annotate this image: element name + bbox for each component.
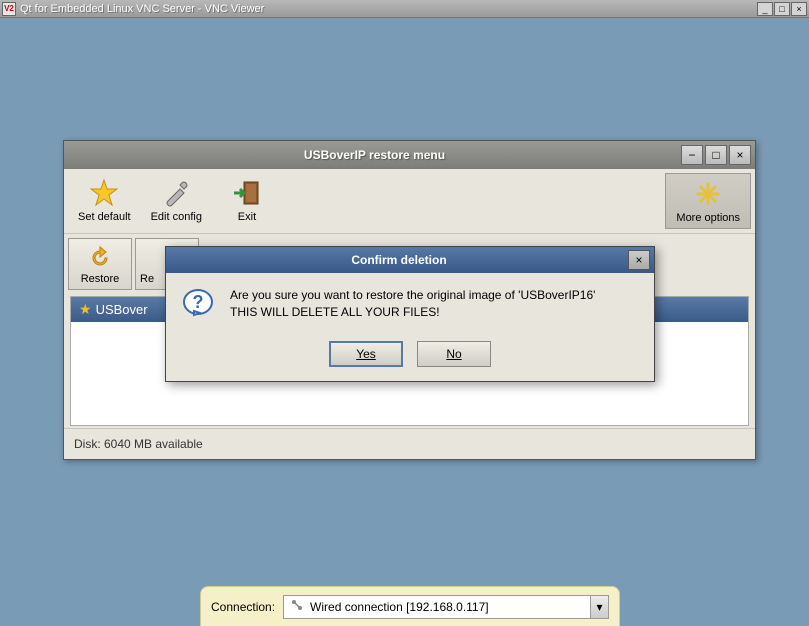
dialog-line1: Are you sure you want to restore the ori… bbox=[230, 287, 595, 304]
question-icon: ? bbox=[180, 287, 216, 323]
minimize-button[interactable]: − bbox=[681, 145, 703, 165]
main-toolbar: Set default Edit config Exit More option bbox=[64, 169, 755, 234]
edit-config-button[interactable]: Edit config bbox=[141, 173, 212, 229]
exit-label: Exit bbox=[238, 211, 256, 223]
second-toolbar-label: Re bbox=[140, 273, 154, 285]
vnc-maximize-button[interactable]: □ bbox=[774, 2, 790, 16]
maximize-button[interactable]: □ bbox=[705, 145, 727, 165]
dialog-title: Confirm deletion bbox=[170, 253, 628, 267]
dialog-line2: THIS WILL DELETE ALL YOUR FILES! bbox=[230, 304, 595, 321]
wrench-icon bbox=[160, 177, 192, 209]
set-default-button[interactable]: Set default bbox=[68, 173, 141, 229]
list-item-label: USBover bbox=[96, 302, 148, 317]
edit-config-label: Edit config bbox=[151, 211, 202, 223]
more-options-button[interactable]: More options bbox=[665, 173, 751, 229]
close-icon: × bbox=[736, 148, 743, 162]
minimize-icon: − bbox=[688, 148, 695, 162]
undo-icon bbox=[86, 243, 114, 271]
connection-select[interactable]: Wired connection [192.168.0.117] ▾ bbox=[283, 595, 609, 619]
exit-button[interactable]: Exit bbox=[212, 173, 282, 229]
maximize-icon: □ bbox=[712, 148, 719, 162]
vnc-logo-icon: V2 bbox=[2, 2, 16, 16]
confirm-dialog: Confirm deletion × ? Are you sure you wa… bbox=[165, 246, 655, 382]
vnc-close-button[interactable]: × bbox=[791, 2, 807, 16]
star-icon bbox=[88, 177, 120, 209]
close-icon: × bbox=[635, 253, 642, 267]
no-button[interactable]: No bbox=[417, 341, 491, 367]
more-options-label: More options bbox=[676, 212, 740, 224]
second-toolbar-icon bbox=[140, 243, 168, 271]
dialog-titlebar[interactable]: Confirm deletion × bbox=[166, 247, 654, 273]
set-default-label: Set default bbox=[78, 211, 131, 223]
desktop: USBoverIP restore menu − □ × Set default… bbox=[0, 18, 809, 626]
close-button[interactable]: × bbox=[729, 145, 751, 165]
connection-bar: Connection: Wired connection [192.168.0.… bbox=[200, 586, 620, 626]
yes-button[interactable]: Yes bbox=[329, 341, 403, 367]
vnc-titlebar: V2 Qt for Embedded Linux VNC Server - VN… bbox=[0, 0, 809, 18]
network-icon bbox=[290, 598, 304, 615]
svg-text:?: ? bbox=[193, 292, 204, 312]
vnc-minimize-button[interactable]: _ bbox=[757, 2, 773, 16]
exit-icon bbox=[231, 177, 263, 209]
favorite-star-icon: ★ bbox=[79, 301, 92, 318]
dialog-message: Are you sure you want to restore the ori… bbox=[230, 287, 595, 323]
app-title: USBoverIP restore menu bbox=[68, 148, 681, 162]
dropdown-arrow-icon[interactable]: ▾ bbox=[590, 596, 608, 618]
connection-value: Wired connection [192.168.0.117] bbox=[310, 600, 489, 614]
asterisk-icon bbox=[692, 178, 724, 210]
app-titlebar[interactable]: USBoverIP restore menu − □ × bbox=[64, 141, 755, 169]
restore-label: Restore bbox=[81, 273, 120, 285]
restore-button[interactable]: Restore bbox=[68, 238, 132, 290]
dialog-close-button[interactable]: × bbox=[628, 250, 650, 270]
connection-label: Connection: bbox=[211, 600, 275, 614]
status-bar: Disk: 6040 MB available bbox=[64, 428, 755, 459]
vnc-title: Qt for Embedded Linux VNC Server - VNC V… bbox=[20, 3, 757, 15]
